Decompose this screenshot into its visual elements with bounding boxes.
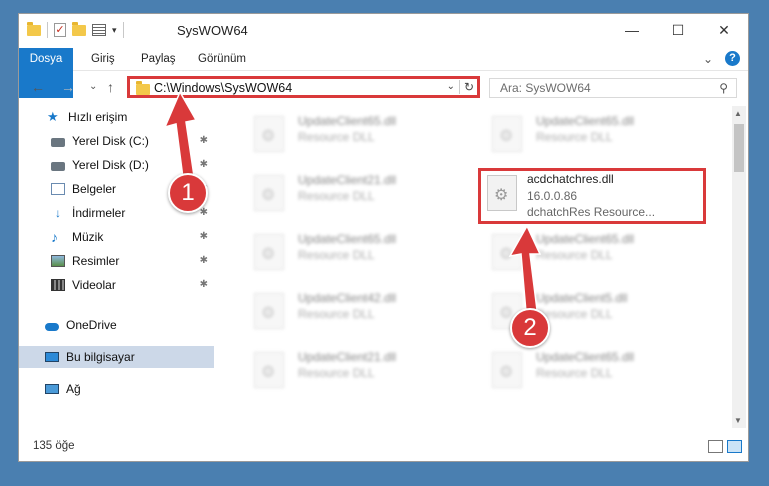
annotation-arrows xyxy=(163,90,542,313)
arrow-to-highlighted-file xyxy=(508,224,542,313)
callout-step-2: 2 xyxy=(510,308,550,348)
arrow-to-address-bar xyxy=(163,90,198,179)
callout-step-1: 1 xyxy=(168,173,208,213)
